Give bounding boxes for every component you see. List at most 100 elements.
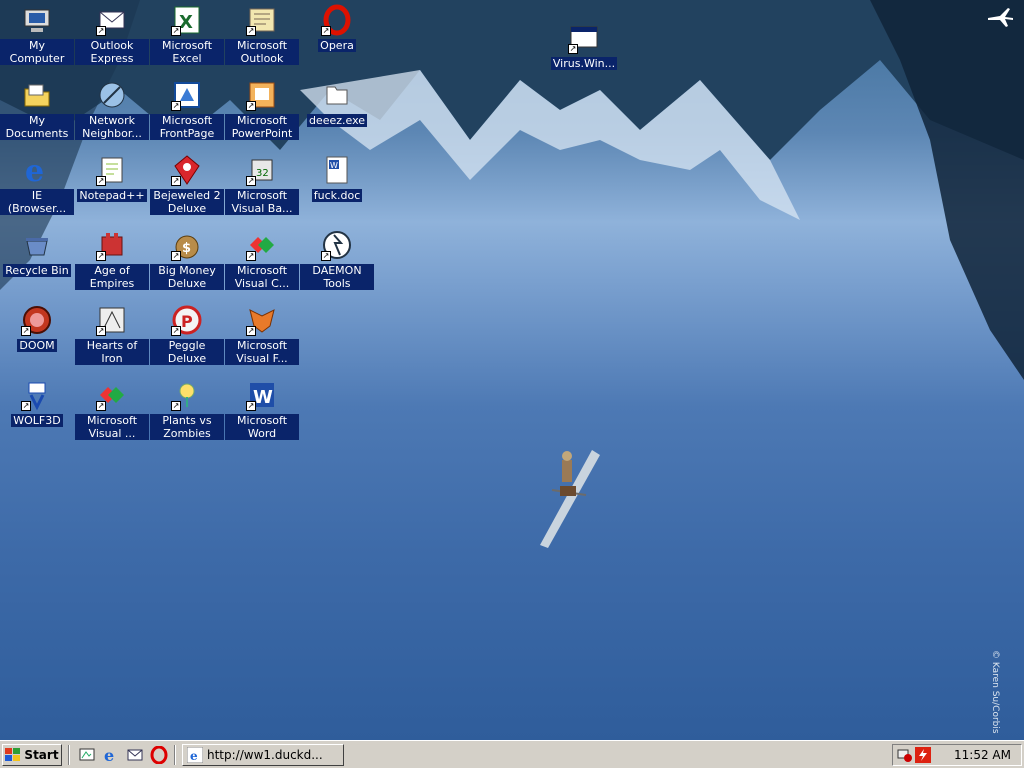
shortcut-arrow-icon: ↗ bbox=[246, 176, 256, 186]
svg-text:e: e bbox=[25, 154, 44, 186]
desktop-icon-frontpage[interactable]: ↗ Microsoft FrontPage bbox=[150, 79, 224, 140]
desktop-icon-big-money[interactable]: $ ↗ Big Money Deluxe bbox=[150, 229, 224, 290]
wolf3d-icon: ↗ bbox=[21, 379, 53, 411]
shortcut-arrow-icon: ↗ bbox=[246, 101, 256, 111]
desktop-icon-label: WOLF3D bbox=[11, 414, 63, 427]
shortcut-arrow-icon: ↗ bbox=[96, 401, 106, 411]
desktop-icon-label: deeez.exe bbox=[306, 114, 368, 127]
raft-figure bbox=[540, 450, 600, 548]
shortcut-arrow-icon: ↗ bbox=[171, 176, 181, 186]
desktop-icon-label: Microsoft Outlook bbox=[225, 39, 299, 65]
visual-c-icon: ↗ bbox=[246, 229, 278, 261]
tray-network-icon[interactable] bbox=[897, 747, 913, 763]
shortcut-arrow-icon: ↗ bbox=[246, 251, 256, 261]
program-window-icon: ↗ bbox=[568, 22, 600, 54]
desktop-icon-label: Microsoft FrontPage bbox=[150, 114, 224, 140]
svg-text:e: e bbox=[190, 749, 198, 763]
desktop-icon-label: Age of Empires bbox=[75, 264, 149, 290]
age-of-empires-icon: ↗ bbox=[96, 229, 128, 261]
daemon-tools-icon: ↗ bbox=[321, 229, 353, 261]
desktop-icon-outlook-express[interactable]: ↗ Outlook Express bbox=[75, 4, 149, 65]
desktop-icon-exe-file[interactable]: deeez.exe bbox=[300, 79, 374, 127]
internet-explorer-quicklaunch-icon[interactable]: e bbox=[102, 746, 120, 764]
desktop-icon-visual-basic[interactable]: 32 ↗ Microsoft Visual Ba... bbox=[225, 154, 299, 215]
shortcut-arrow-icon: ↗ bbox=[246, 401, 256, 411]
desktop[interactable]: My Computer ↗ Outlook Express X ↗ Microsoft E… bbox=[0, 0, 1024, 740]
visual-basic-icon: 32 ↗ bbox=[246, 154, 278, 186]
desktop-icon-visual-studio[interactable]: ↗ Microsoft Visual ... bbox=[75, 379, 149, 440]
shortcut-arrow-icon: ↗ bbox=[21, 401, 31, 411]
desktop-icon-label: IE (Browser... bbox=[0, 189, 74, 215]
shortcut-arrow-icon: ↗ bbox=[246, 26, 256, 36]
hearts-of-iron-icon: ↗ bbox=[96, 304, 128, 336]
desktop-icon-powerpoint[interactable]: ↗ Microsoft PowerPoint bbox=[225, 79, 299, 140]
desktop-icon-peggle[interactable]: P ↗ Peggle Deluxe bbox=[150, 304, 224, 365]
shortcut-arrow-icon: ↗ bbox=[96, 26, 106, 36]
doom-icon: ↗ bbox=[21, 304, 53, 336]
desktop-icon-visual-foxpro[interactable]: ↗ Microsoft Visual F... bbox=[225, 304, 299, 365]
desktop-icon-label: Microsoft Excel bbox=[150, 39, 224, 65]
taskbar-separator bbox=[68, 745, 70, 765]
desktop-icon-label: fuck.doc bbox=[311, 189, 363, 202]
outlook-express-icon: ↗ bbox=[96, 4, 128, 36]
desktop-icon-label: Microsoft Visual C... bbox=[225, 264, 299, 290]
desktop-icon-wolf3d[interactable]: ↗ WOLF3D bbox=[0, 379, 74, 427]
desktop-icon-hearts-of-iron[interactable]: ↗ Hearts of Iron bbox=[75, 304, 149, 365]
svg-text:32: 32 bbox=[256, 168, 269, 179]
desktop-icon-plants-vs-zombies[interactable]: ↗ Plants vs Zombies bbox=[150, 379, 224, 440]
show-desktop-icon[interactable] bbox=[78, 746, 96, 764]
desktop-icon-program-window[interactable]: ↗ Virus.Win... bbox=[547, 22, 621, 70]
start-button[interactable]: Start bbox=[2, 744, 62, 766]
outlook-express-quicklaunch-icon[interactable] bbox=[126, 746, 144, 764]
desktop-icon-label: DAEMON Tools bbox=[300, 264, 374, 290]
shortcut-arrow-icon: ↗ bbox=[171, 101, 181, 111]
internet-explorer-icon: e bbox=[187, 747, 203, 763]
shortcut-arrow-icon: ↗ bbox=[171, 251, 181, 261]
desktop-icon-notepad-plus[interactable]: ↗ Notepad++ bbox=[75, 154, 149, 202]
desktop-icon-label: Bejeweled 2 Deluxe bbox=[150, 189, 224, 215]
notepad-plus-icon: ↗ bbox=[96, 154, 128, 186]
desktop-icon-excel[interactable]: X ↗ Microsoft Excel bbox=[150, 4, 224, 65]
shortcut-arrow-icon: ↗ bbox=[96, 176, 106, 186]
excel-icon: X ↗ bbox=[171, 4, 203, 36]
desktop-icon-internet-explorer[interactable]: e IE (Browser... bbox=[0, 154, 74, 215]
shortcut-arrow-icon: ↗ bbox=[321, 26, 331, 36]
desktop-icon-network-neighborhood[interactable]: Network Neighbor... bbox=[75, 79, 149, 140]
shortcut-arrow-icon: ↗ bbox=[171, 326, 181, 336]
task-button-browser[interactable]: e http://ww1.duckd... bbox=[182, 744, 344, 766]
exe-file-icon bbox=[321, 79, 353, 111]
recycle-bin-icon bbox=[21, 229, 53, 261]
internet-explorer-icon: e bbox=[21, 154, 53, 186]
desktop-icon-label: Outlook Express bbox=[75, 39, 149, 65]
desktop-icon-daemon-tools[interactable]: ↗ DAEMON Tools bbox=[300, 229, 374, 290]
desktop-icon-label: Recycle Bin bbox=[3, 264, 71, 277]
visual-studio-icon: ↗ bbox=[96, 379, 128, 411]
start-label: Start bbox=[24, 748, 59, 762]
desktop-icon-word[interactable]: W ↗ Microsoft Word bbox=[225, 379, 299, 440]
desktop-icon-opera[interactable]: ↗ Opera bbox=[300, 4, 374, 52]
windows-logo-icon bbox=[5, 748, 21, 761]
shortcut-arrow-icon: ↗ bbox=[171, 26, 181, 36]
opera-quicklaunch-icon[interactable] bbox=[150, 746, 168, 764]
tray-flash-icon[interactable] bbox=[915, 747, 931, 763]
desktop-icon-recycle-bin[interactable]: Recycle Bin bbox=[0, 229, 74, 277]
desktop-icon-label: My Documents bbox=[0, 114, 74, 140]
desktop-icon-my-documents[interactable]: My Documents bbox=[0, 79, 74, 140]
clock[interactable]: 11:52 AM bbox=[954, 748, 1011, 762]
desktop-icon-bejeweled[interactable]: ↗ Bejeweled 2 Deluxe bbox=[150, 154, 224, 215]
powerpoint-icon: ↗ bbox=[246, 79, 278, 111]
airplane-icon bbox=[988, 8, 1013, 27]
desktop-icon-doom[interactable]: ↗ DOOM bbox=[0, 304, 74, 352]
desktop-icon-visual-c[interactable]: ↗ Microsoft Visual C... bbox=[225, 229, 299, 290]
desktop-icon-word-document[interactable]: Wfuck.doc bbox=[300, 154, 374, 202]
big-money-icon: $ ↗ bbox=[171, 229, 203, 261]
desktop-icon-outlook[interactable]: ↗ Microsoft Outlook bbox=[225, 4, 299, 65]
shortcut-arrow-icon: ↗ bbox=[21, 326, 31, 336]
taskbar: Start e e http://ww1.duckd... 11:52 AM bbox=[0, 740, 1024, 768]
desktop-icon-age-of-empires[interactable]: ↗ Age of Empires bbox=[75, 229, 149, 290]
svg-text:$: $ bbox=[182, 241, 191, 256]
desktop-icon-my-computer[interactable]: My Computer bbox=[0, 4, 74, 65]
desktop-icon-label: Microsoft PowerPoint bbox=[225, 114, 299, 140]
network-neighborhood-icon bbox=[96, 79, 128, 111]
desktop-icon-label: Microsoft Visual ... bbox=[75, 414, 149, 440]
